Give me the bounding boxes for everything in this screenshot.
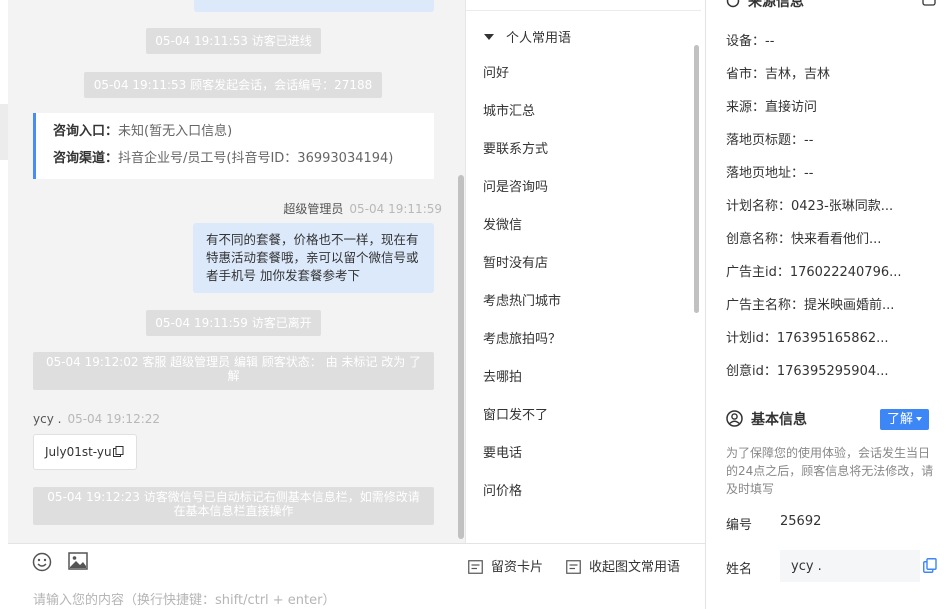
collapse-phrases-button[interactable]: 收起图文常用语 <box>566 556 680 575</box>
info-creative-id: 创意id：176395295904... <box>726 364 889 379</box>
info-plan-id: 计划id：176395165862... <box>726 331 889 346</box>
edit-icon[interactable] <box>922 0 936 10</box>
phrase-item[interactable]: 发微信 <box>483 215 522 237</box>
phrase-item[interactable]: 考虑热门城市 <box>483 291 561 313</box>
system-message-text: 05-04 19:11:53 访客已进线 <box>155 34 312 48</box>
phrase-item[interactable]: 去哪拍 <box>483 367 522 389</box>
basic-info-title: 基本信息 <box>726 409 807 429</box>
system-message-text: 05-04 19:11:59 访客已离开 <box>155 316 312 330</box>
id-label: 编号 <box>726 518 753 533</box>
caret-down-icon <box>916 417 922 421</box>
visitor-message-meta: ycy . 05-04 19:12:22 <box>33 412 160 426</box>
phrase-item[interactable]: 暂时没有店 <box>483 253 548 275</box>
status-dropdown-label: 了解 <box>886 412 913 427</box>
collapse-phrases-label: 收起图文常用语 <box>589 560 681 575</box>
caret-down-icon <box>484 34 494 40</box>
system-message-text: 05-04 19:11:53 顾客发起会话，会话编号：27188 <box>93 78 373 92</box>
info-landing-title: 落地页标题：-- <box>726 133 814 148</box>
info-plan-name: 计划名称：0423-张琳同款... <box>726 199 894 214</box>
system-message-text: 05-04 19:12:02 客服 超级管理员 编辑 顾客状态： 由 未标记 改… <box>45 355 422 383</box>
basic-info-label: 基本信息 <box>751 412 807 428</box>
visitor-message-text: July01st-yu <box>45 445 112 459</box>
info-source: 来源：直接访问 <box>726 100 818 115</box>
info-advertiser-name: 广告主名称：提米映画婚前... <box>726 298 895 313</box>
image-icon[interactable] <box>68 552 88 574</box>
channel-label: 咨询渠道： <box>53 151 119 166</box>
agent-message-bubble: 有不同的套餐，价格也不一样，现在有特惠活动套餐哦，亲可以留个微信号或者手机号 加… <box>193 223 434 293</box>
system-message-text: 05-04 19:12:23 访客微信号已自动标记右侧基本信息栏，如需修改请在基… <box>47 490 420 518</box>
system-message: 05-04 19:11:53 访客已进线 <box>146 28 321 54</box>
entry-label: 咨询入口： <box>53 124 119 139</box>
card-icon <box>468 560 483 574</box>
phrases-group-title: 个人常用语 <box>506 31 572 46</box>
chat-panel: 05-04 19:11:53 访客已进线 05-04 19:11:53 顾客发起… <box>8 0 465 543</box>
agent-name: 超级管理员 <box>283 202 344 216</box>
phrase-item[interactable]: 窗口发不了 <box>483 405 548 427</box>
phrase-item[interactable]: 问好 <box>483 63 509 85</box>
chat-scrollbar[interactable] <box>458 175 464 539</box>
source-info-title: 来源信息 <box>726 0 804 11</box>
phrases-panel: 个人常用语 问好 城市汇总 要联系方式 问是咨询吗 发微信 暂时没有店 考虑热门… <box>465 0 701 543</box>
copy-icon[interactable] <box>112 436 124 470</box>
user-circle-icon <box>726 410 743 427</box>
info-advertiser-id: 广告主id：176022240796... <box>726 265 902 280</box>
info-landing-url: 落地页地址：-- <box>726 166 814 181</box>
lead-card-label: 留资卡片 <box>491 560 544 575</box>
info-creative-name: 创意名称：快来看看他们... <box>726 232 882 247</box>
copy-icon[interactable] <box>923 558 937 577</box>
name-field[interactable] <box>780 550 920 582</box>
phrases-group-header[interactable]: 个人常用语 <box>484 27 571 46</box>
entry-value: 未知(暂无入口信息) <box>118 124 233 139</box>
previous-message-bubble <box>194 0 434 12</box>
info-city: 省市：吉林，吉林 <box>726 67 831 82</box>
phrase-item[interactable]: 要联系方式 <box>483 139 548 161</box>
status-dropdown-button[interactable]: 了解 <box>880 409 929 430</box>
phrase-item[interactable]: 要电话 <box>483 443 522 465</box>
visitor-time: 05-04 19:12:22 <box>67 412 161 426</box>
entry-info-card: 咨询入口：未知(暂无入口信息) 咨询渠道：抖音企业号/员工号(抖音号ID：369… <box>33 113 434 179</box>
source-info-label: 来源信息 <box>748 0 804 10</box>
phrases-scrollbar[interactable] <box>694 45 699 313</box>
name-label: 姓名 <box>726 562 753 577</box>
phrase-item[interactable]: 问是咨询吗 <box>483 177 548 199</box>
divider <box>466 10 701 11</box>
agent-message-meta: 超级管理员 05-04 19:11:59 <box>283 200 442 217</box>
settings-icon <box>726 0 740 8</box>
smiley-icon[interactable] <box>32 552 52 576</box>
channel-value: 抖音企业号/员工号(抖音号ID：36993034194) <box>118 151 394 166</box>
id-value: 25692 <box>780 514 822 529</box>
phrase-item[interactable]: 城市汇总 <box>483 101 535 123</box>
customer-info-panel: 来源信息 设备：-- 省市：吉林，吉林 来源：直接访问 落地页标题：-- 落地页… <box>706 0 949 609</box>
left-edge-marker <box>0 104 8 160</box>
system-message: 05-04 19:12:02 客服 超级管理员 编辑 顾客状态： 由 未标记 改… <box>33 352 434 390</box>
message-icon <box>566 560 581 574</box>
phrase-item[interactable]: 考虑旅拍吗？ <box>483 329 561 351</box>
visitor-message-bubble[interactable]: July01st-yu <box>33 434 137 470</box>
visitor-name: ycy . <box>33 412 62 426</box>
composer: 留资卡片 收起图文常用语 <box>8 543 705 609</box>
message-input[interactable] <box>33 590 673 609</box>
system-message: 05-04 19:12:23 访客微信号已自动标记右侧基本信息栏，如需修改请在基… <box>33 487 434 525</box>
agent-message-text: 有不同的套餐，价格也不一样，现在有特惠活动套餐哦，亲可以留个微信号或者手机号 加… <box>206 232 419 283</box>
phrase-item[interactable]: 问价格 <box>483 481 522 503</box>
system-message: 05-04 19:11:53 顾客发起会话，会话编号：27188 <box>84 72 382 98</box>
edit-notice: 为了保障您的使用体验，会话发生当日的24点之后，顾客信息将无法修改，请及时填写 <box>726 446 934 496</box>
lead-card-button[interactable]: 留资卡片 <box>468 556 543 575</box>
info-device: 设备：-- <box>726 34 775 49</box>
system-message: 05-04 19:11:59 访客已离开 <box>146 310 321 336</box>
agent-time: 05-04 19:11:59 <box>349 202 442 216</box>
